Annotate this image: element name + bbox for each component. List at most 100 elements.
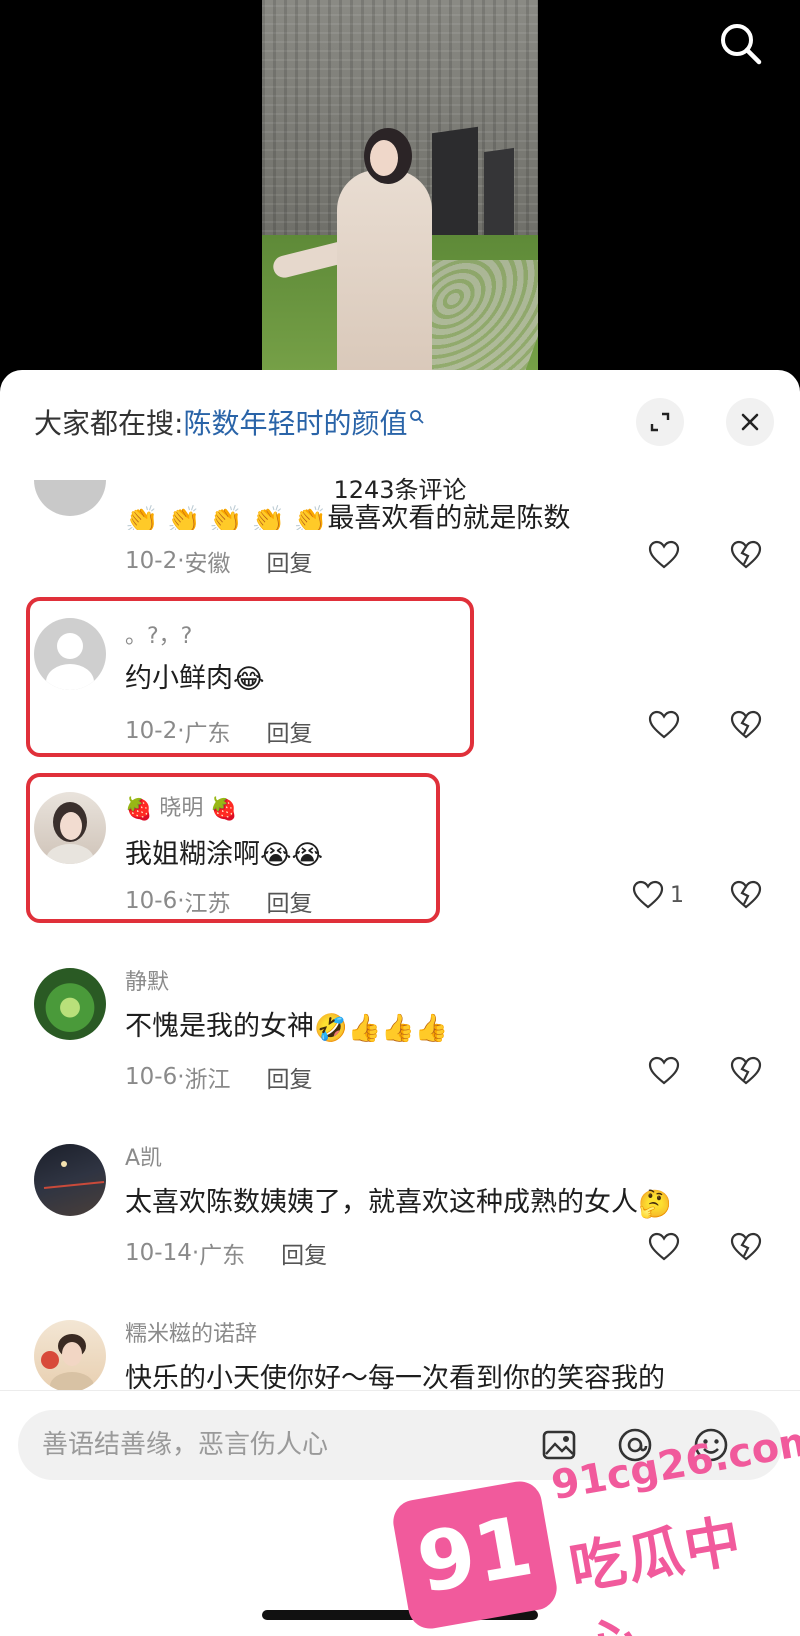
broken-heart-icon xyxy=(730,1232,762,1261)
video-player[interactable] xyxy=(0,0,800,390)
avatar[interactable] xyxy=(34,1144,106,1216)
strawberry-emoji: 🍓 xyxy=(125,796,153,822)
comment-emoji: 😭😭 xyxy=(260,840,324,871)
like-button[interactable] xyxy=(648,540,680,570)
clap-emoji: 👏 👏 👏 👏 👏 xyxy=(125,504,328,531)
meta-separator: · xyxy=(177,1064,185,1090)
heart-outline-icon xyxy=(648,540,680,569)
broken-heart-icon xyxy=(730,880,762,909)
comment-date: 10-2 xyxy=(125,548,178,574)
heart-outline-icon xyxy=(648,1232,680,1261)
avatar[interactable] xyxy=(34,480,106,516)
close-icon xyxy=(741,413,759,431)
hot-search-bar: 大家都在搜: 陈数年轻时的颜值 xyxy=(34,400,425,444)
comment-item: A凯 太喜欢陈数姨姨了，就喜欢这种成熟的女人🤔 10-14 · 广东 回复 xyxy=(0,1140,800,1280)
dislike-button[interactable] xyxy=(730,1232,762,1266)
comment-item: 糯米糍的诺辞 快乐的小天使你好～每一次看到你的笑容我的 xyxy=(0,1316,800,1390)
strawberry-emoji: 🍓 xyxy=(210,796,238,822)
avatar[interactable] xyxy=(34,968,106,1040)
meta-separator: · xyxy=(191,1240,200,1266)
figure-dress xyxy=(337,170,432,390)
comment-meta: 10-14 · 广东 回复 xyxy=(125,1236,327,1270)
comment-date: 10-6 xyxy=(125,888,178,914)
video-frame xyxy=(262,0,538,390)
comment-meta: 10-2 · 广东 回复 xyxy=(125,714,313,748)
like-button[interactable] xyxy=(648,710,680,740)
comment-emoji: 🤔 xyxy=(638,1188,672,1220)
heart-outline-icon xyxy=(632,880,664,909)
comment-input[interactable] xyxy=(42,1410,502,1480)
broken-heart-icon xyxy=(730,540,762,569)
reply-button[interactable]: 回复 xyxy=(267,544,313,578)
comment-text-body: 我姐糊涂啊 xyxy=(125,839,260,870)
comment-text: 不愧是我的女神🤣👍👍👍 xyxy=(125,1004,448,1044)
broken-heart-icon xyxy=(730,710,762,739)
comment-text-body: 不愧是我的女神 xyxy=(125,1011,314,1042)
meta-separator: · xyxy=(177,718,185,744)
comment-item: 🍓 晓明 🍓 我姐糊涂啊😭😭 10-6 · 江苏 回复 1 xyxy=(0,788,800,928)
reply-button[interactable]: 回复 xyxy=(267,1060,313,1094)
comment-username[interactable]: 。?，? xyxy=(125,618,192,650)
comment-meta: 10-2 · 安徽 回复 xyxy=(125,544,313,578)
comment-item: 👏 👏 👏 👏 👏 最喜欢看的就是陈数 10-2 · 安徽 回复 xyxy=(0,480,800,610)
avatar[interactable] xyxy=(34,618,106,690)
comment-location: 安徽 xyxy=(184,551,231,577)
dislike-button[interactable] xyxy=(730,1056,762,1090)
comment-text: 太喜欢陈数姨姨了，就喜欢这种成熟的女人🤔 xyxy=(125,1180,672,1220)
comment-item: 。?，? 约小鲜肉😂 10-2 · 广东 回复 xyxy=(0,618,800,758)
comment-date: 10-14 xyxy=(125,1240,192,1266)
comment-location: 浙江 xyxy=(184,1067,231,1093)
like-count: 1 xyxy=(670,882,684,908)
comment-username[interactable]: A凯 xyxy=(125,1140,162,1172)
comment-emoji: 😂 xyxy=(233,664,265,695)
reply-button[interactable]: 回复 xyxy=(281,1236,327,1270)
meta-separator: · xyxy=(177,548,185,574)
at-icon[interactable] xyxy=(616,1426,654,1464)
figure-face xyxy=(370,140,398,176)
avatar[interactable] xyxy=(34,792,106,864)
reply-button[interactable]: 回复 xyxy=(267,714,313,748)
hot-search-link[interactable]: 陈数年轻时的颜值 xyxy=(183,402,407,442)
comment-meta: 10-6 · 江苏 回复 xyxy=(125,884,313,918)
small-search-icon xyxy=(409,399,425,432)
comment-text-body: 太喜欢陈数姨姨了，就喜欢这种成熟的女人 xyxy=(125,1187,638,1218)
dislike-button[interactable] xyxy=(730,710,762,744)
comment-username[interactable]: 糯米糍的诺辞 xyxy=(125,1316,257,1348)
doorway xyxy=(432,126,478,244)
meta-separator: · xyxy=(177,888,185,914)
avatar[interactable] xyxy=(34,1320,106,1390)
broken-heart-icon xyxy=(730,1056,762,1085)
comment-username[interactable]: 🍓 晓明 🍓 xyxy=(125,790,238,822)
comment-text: 我姐糊涂啊😭😭 xyxy=(125,832,323,871)
home-indicator xyxy=(262,1610,538,1620)
comment-text: 👏 👏 👏 👏 👏 最喜欢看的就是陈数 xyxy=(125,496,570,530)
comment-item: 静默 不愧是我的女神🤣👍👍👍 10-6 · 浙江 回复 xyxy=(0,964,800,1104)
heart-outline-icon xyxy=(648,1056,680,1085)
heart-outline-icon xyxy=(648,710,680,739)
image-icon[interactable] xyxy=(540,1426,578,1464)
comment-text: 快乐的小天使你好～每一次看到你的笑容我的 xyxy=(125,1363,665,1390)
comment-location: 江苏 xyxy=(184,891,231,917)
comment-emoji: 🤣👍👍👍 xyxy=(314,1012,449,1044)
comment-text: 约小鲜肉😂 xyxy=(125,656,265,695)
like-button[interactable] xyxy=(648,1056,680,1086)
comment-username[interactable]: 静默 xyxy=(125,964,169,996)
like-button[interactable] xyxy=(648,1232,680,1262)
dislike-button[interactable] xyxy=(730,880,762,914)
comment-date: 10-2 xyxy=(125,718,178,744)
comment-meta: 10-6 · 浙江 回复 xyxy=(125,1060,313,1094)
dislike-button[interactable] xyxy=(730,540,762,574)
expand-icon xyxy=(650,412,670,432)
emoji-icon[interactable] xyxy=(692,1426,730,1464)
comment-text-body: 约小鲜肉 xyxy=(125,663,233,694)
comment-text-body: 最喜欢看的就是陈数 xyxy=(327,503,571,530)
doorway xyxy=(484,147,514,243)
expand-button[interactable] xyxy=(636,398,684,446)
like-button[interactable]: 1 xyxy=(632,880,684,910)
comment-sheet: 大家都在搜: 陈数年轻时的颜值 1243条评论 👏 👏 👏 👏 👏 最喜欢看的就… xyxy=(0,370,800,1636)
reply-button[interactable]: 回复 xyxy=(267,884,313,918)
search-icon[interactable] xyxy=(715,18,767,70)
close-button[interactable] xyxy=(726,398,774,446)
comment-input-bar xyxy=(18,1410,782,1480)
username-text: 晓明 xyxy=(159,796,204,821)
